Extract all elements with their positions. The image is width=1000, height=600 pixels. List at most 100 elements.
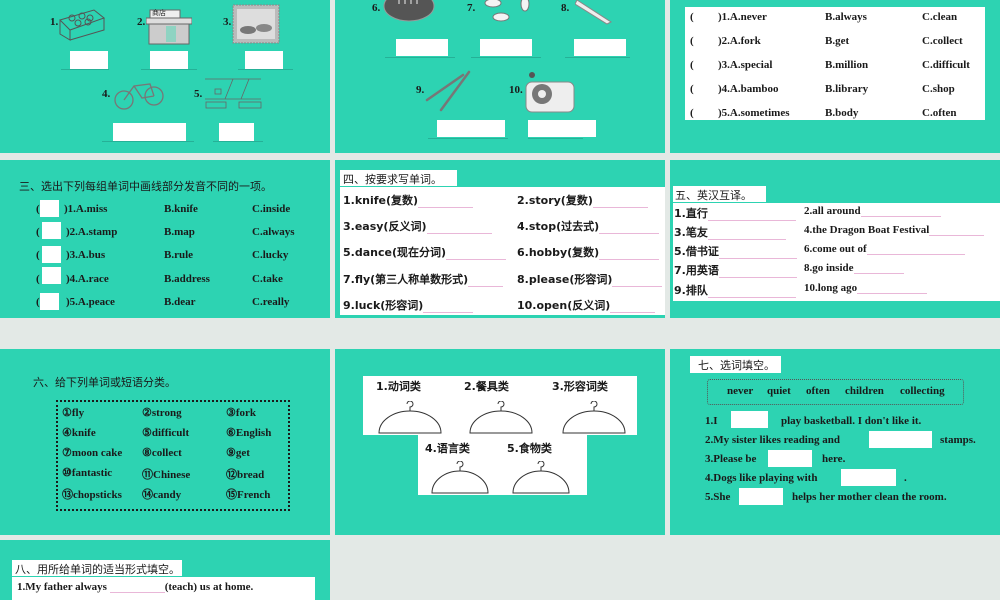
answer-blank[interactable] (446, 249, 506, 260)
answer-box-1[interactable] (70, 51, 108, 69)
word-item: ①fly (62, 407, 85, 419)
answer-box[interactable] (40, 293, 59, 310)
pic-label-8: 8. (561, 2, 570, 14)
slide-pictures-1-5[interactable]: 1. 2. 商店 3. 4. 5. (0, 0, 330, 153)
answer-box-4[interactable] (113, 123, 186, 141)
answer-paren[interactable]: ( (690, 59, 694, 71)
answer-blank[interactable] (860, 206, 941, 217)
pic-label-3: 3. (223, 16, 232, 28)
answer-blank[interactable] (418, 197, 474, 208)
answer-blank[interactable] (423, 302, 474, 313)
pic-label-9: 9. (416, 84, 425, 96)
word-item: ⑫bread (226, 469, 265, 481)
answer-blank[interactable] (468, 276, 504, 287)
answer-paren[interactable]: ( (690, 11, 694, 23)
slide-section-4[interactable]: 四、按要求写单词。 1.knife(复数) 2.story(复数) 3.easy… (335, 160, 665, 318)
sentence-text: helps her mother clean the room. (792, 491, 947, 503)
answer-blank[interactable] (718, 267, 797, 278)
category-label: 1.动词类 (376, 380, 421, 393)
answer-box-5[interactable] (739, 488, 783, 505)
answer-blank[interactable] (718, 248, 797, 259)
option-c: C.inside (252, 203, 291, 215)
answer-box-3[interactable] (245, 51, 283, 69)
slide-word-choice[interactable]: ()1.A.never B.always C.clean ()2.A.fork B.g… (670, 0, 1000, 153)
option-b: B.always (825, 11, 867, 23)
question-text: 5.dance(现在分词) (343, 246, 446, 259)
slide-section-6[interactable]: 六、给下列单词或短语分类。 ①fly ②strong ③fork ④knife … (0, 349, 330, 535)
answer-box-9[interactable] (437, 120, 505, 137)
slide-section-7[interactable]: 七、选词填空。 never quiet often children colle… (670, 349, 1000, 535)
option-a: )4.A.race (66, 273, 109, 285)
answer-blank[interactable] (109, 582, 165, 593)
answer-box[interactable] (42, 246, 61, 263)
answer-line (141, 69, 197, 70)
section-title: 五、英汉互译。 (675, 189, 752, 202)
question-panel: 1.My father always (teach) us at home. (12, 577, 315, 600)
category-label: 3.形容词类 (552, 380, 608, 393)
pic-label-10: 10. (509, 84, 523, 96)
question-item: 2.all around (804, 205, 941, 217)
slide-section-3[interactable]: 三、选出下列每组单词中画线部分发音不同的一项。 ()1.A.miss B.knif… (0, 160, 330, 318)
answer-box-4[interactable] (841, 469, 896, 486)
question-text: 10.open(反义词) (517, 299, 611, 312)
word-bank-item: quiet (767, 385, 791, 397)
option-b: B.library (825, 83, 869, 95)
answer-box-8[interactable] (574, 39, 626, 56)
answer-blank[interactable] (592, 197, 648, 208)
answer-blank[interactable] (707, 210, 796, 221)
question-item: 4.the Dragon Boat Festival (804, 224, 985, 236)
option-a: )2.A.fork (718, 35, 761, 47)
answer-blank[interactable] (929, 225, 985, 236)
option-b: B.get (825, 35, 850, 47)
answer-blank[interactable] (599, 249, 660, 260)
answer-box-2[interactable] (150, 51, 188, 69)
option-a: )1.A.miss (64, 203, 108, 215)
answer-blank[interactable] (426, 223, 492, 234)
answer-paren[interactable]: ( (690, 107, 694, 119)
answer-paren[interactable]: ( (690, 83, 694, 95)
question-text: 8.go inside (804, 262, 854, 274)
section-title-box: 五、英汉互译。 (673, 186, 766, 202)
slide-pictures-6-10[interactable]: 6. 7. 8. 9. 10. (335, 0, 665, 153)
answer-line (213, 141, 263, 142)
slide-section-5[interactable]: 五、英汉互译。 1.直行 2.all around 3.笔友 4.the Dra… (670, 160, 1000, 318)
option-b: B.map (164, 226, 195, 238)
word-bank-item: never (727, 385, 754, 397)
answer-blank[interactable] (707, 229, 786, 240)
answer-blank[interactable] (857, 283, 928, 294)
answer-box-7[interactable] (480, 39, 532, 56)
slide-section-6-categories[interactable]: 1.动词类 2.餐具类 3.形容词类 4.语言类 5.食物类 (335, 349, 665, 535)
answer-blank[interactable] (612, 276, 663, 287)
slide-section-8[interactable]: 八、用所给单词的适当形式填空。 1.My father always (teac… (0, 540, 330, 600)
answer-box-5[interactable] (219, 123, 254, 141)
word-item: ⑩fantastic (62, 467, 113, 479)
answer-box[interactable] (42, 267, 61, 284)
pic-label-6: 6. (372, 2, 381, 14)
answer-box-6[interactable] (396, 39, 448, 56)
hanger-icon (512, 461, 570, 494)
answer-box[interactable] (42, 222, 61, 239)
answer-box[interactable] (40, 200, 59, 217)
question-item: 1.knife(复数) (343, 192, 474, 208)
question-text: 2.story(复数) (517, 194, 593, 207)
pic-label-2: 2. (137, 16, 146, 28)
answer-box-2[interactable] (869, 431, 932, 448)
answer-paren[interactable]: ( (690, 35, 694, 47)
question-text: 6.hobby(复数) (517, 246, 600, 259)
word-bank-box: never quiet often children collecting (707, 379, 964, 405)
vegetable-field-picture (59, 9, 106, 41)
question-panel: 1.直行 2.all around 3.笔友 4.the Dragon Boat… (673, 203, 1000, 301)
answer-blank[interactable] (853, 263, 904, 274)
answer-box-1[interactable] (731, 411, 768, 428)
answer-box-3[interactable] (768, 450, 812, 467)
answer-box-10[interactable] (528, 120, 596, 137)
answer-blank[interactable] (610, 302, 656, 313)
knife-picture (575, 0, 613, 25)
chopsticks-picture (425, 70, 471, 112)
question-text: 4.stop(过去式) (517, 220, 600, 233)
answer-line (385, 57, 455, 58)
option-c: C.take (252, 273, 283, 285)
answer-blank[interactable] (707, 287, 796, 298)
answer-blank[interactable] (599, 223, 660, 234)
answer-blank[interactable] (866, 244, 965, 255)
